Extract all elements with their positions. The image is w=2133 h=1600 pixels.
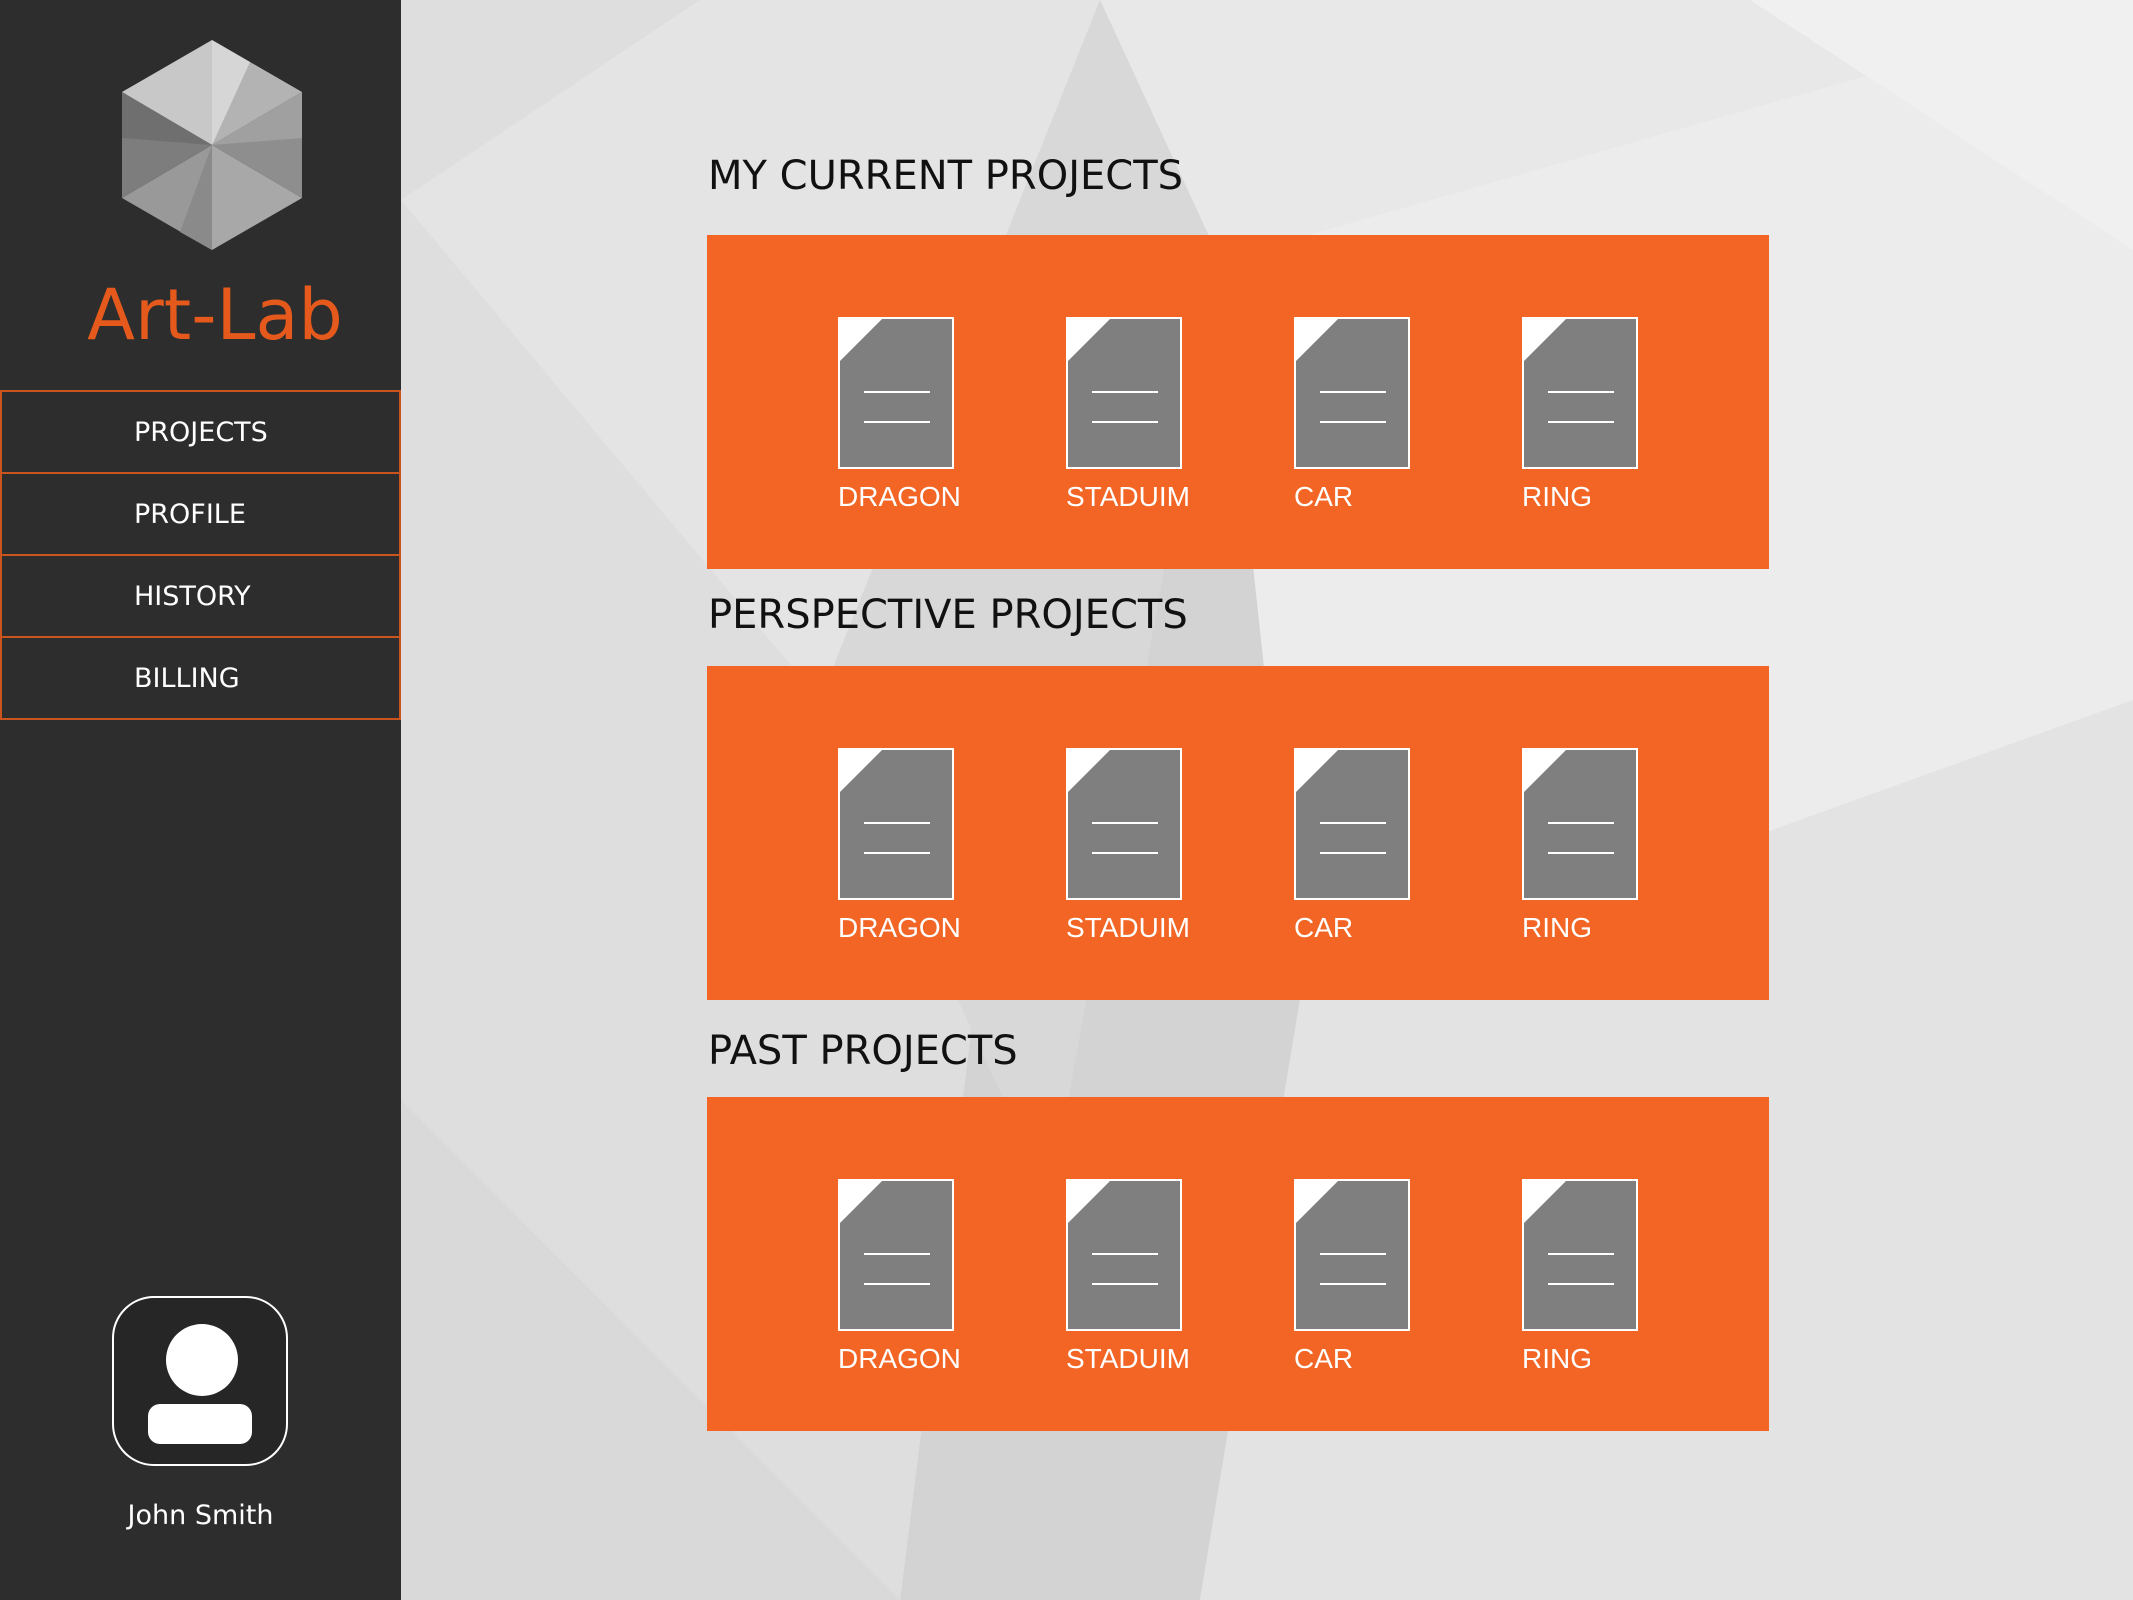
- section-title-past: PAST PROJECTS: [708, 1028, 1018, 1074]
- file-label: RING: [1522, 481, 1592, 512]
- perspective-projects-panel: DRAGON STADUIM CAR RING: [707, 666, 1769, 1000]
- project-file-staduim[interactable]: STADUIM: [1066, 1179, 1190, 1374]
- file-label: RING: [1522, 912, 1592, 943]
- project-file-ring[interactable]: RING: [1522, 748, 1638, 943]
- file-label: DRAGON: [838, 481, 961, 512]
- file-label: STADUIM: [1066, 481, 1190, 512]
- app-brand-name: Art-Lab: [87, 274, 343, 356]
- sidebar-item-profile[interactable]: PROFILE: [0, 472, 401, 556]
- project-file-car[interactable]: CAR: [1294, 748, 1410, 943]
- file-icon: [1066, 317, 1182, 469]
- user-avatar-icon[interactable]: [112, 1296, 288, 1466]
- file-label: DRAGON: [838, 912, 961, 943]
- file-label: CAR: [1294, 481, 1354, 512]
- sidebar-nav: PROJECTS PROFILE HISTORY BILLING: [0, 390, 401, 720]
- avatar-head: [166, 1324, 238, 1396]
- user-name: John Smith: [127, 1500, 274, 1531]
- sidebar-item-billing[interactable]: BILLING: [0, 636, 401, 720]
- file-icon: [838, 317, 954, 469]
- sidebar-item-history[interactable]: HISTORY: [0, 554, 401, 638]
- file-icon: [1294, 317, 1410, 469]
- file-icon: [838, 748, 954, 900]
- project-file-car[interactable]: CAR: [1294, 1179, 1410, 1374]
- file-icon: [1522, 748, 1638, 900]
- current-projects-panel: DRAGON STADUIM CAR RING: [707, 235, 1769, 569]
- avatar-body: [148, 1404, 252, 1444]
- file-icon: [1522, 1179, 1638, 1331]
- section-title-perspective: PERSPECTIVE PROJECTS: [708, 592, 1188, 638]
- file-label: CAR: [1294, 1343, 1354, 1374]
- file-label: STADUIM: [1066, 1343, 1190, 1374]
- file-label: RING: [1522, 1343, 1592, 1374]
- project-file-staduim[interactable]: STADUIM: [1066, 748, 1190, 943]
- sidebar-item-projects[interactable]: PROJECTS: [0, 390, 401, 474]
- file-icon: [1522, 317, 1638, 469]
- project-file-dragon[interactable]: DRAGON: [838, 748, 961, 943]
- sidebar: Art-Lab PROJECTS PROFILE HISTORY BILLING…: [0, 0, 401, 1600]
- project-file-dragon[interactable]: DRAGON: [838, 1179, 961, 1374]
- file-icon: [838, 1179, 954, 1331]
- project-file-car[interactable]: CAR: [1294, 317, 1410, 512]
- project-file-dragon[interactable]: DRAGON: [838, 317, 961, 512]
- project-file-ring[interactable]: RING: [1522, 317, 1638, 512]
- file-label: STADUIM: [1066, 912, 1190, 943]
- file-icon: [1066, 1179, 1182, 1331]
- project-file-staduim[interactable]: STADUIM: [1066, 317, 1190, 512]
- file-label: DRAGON: [838, 1343, 961, 1374]
- hexagon-aperture-icon[interactable]: [120, 38, 304, 252]
- file-label: CAR: [1294, 912, 1354, 943]
- past-projects-panel: DRAGON STADUIM CAR RING: [707, 1097, 1769, 1431]
- file-icon: [1066, 748, 1182, 900]
- file-icon: [1294, 1179, 1410, 1331]
- section-title-current: MY CURRENT PROJECTS: [708, 153, 1184, 199]
- project-file-ring[interactable]: RING: [1522, 1179, 1638, 1374]
- file-icon: [1294, 748, 1410, 900]
